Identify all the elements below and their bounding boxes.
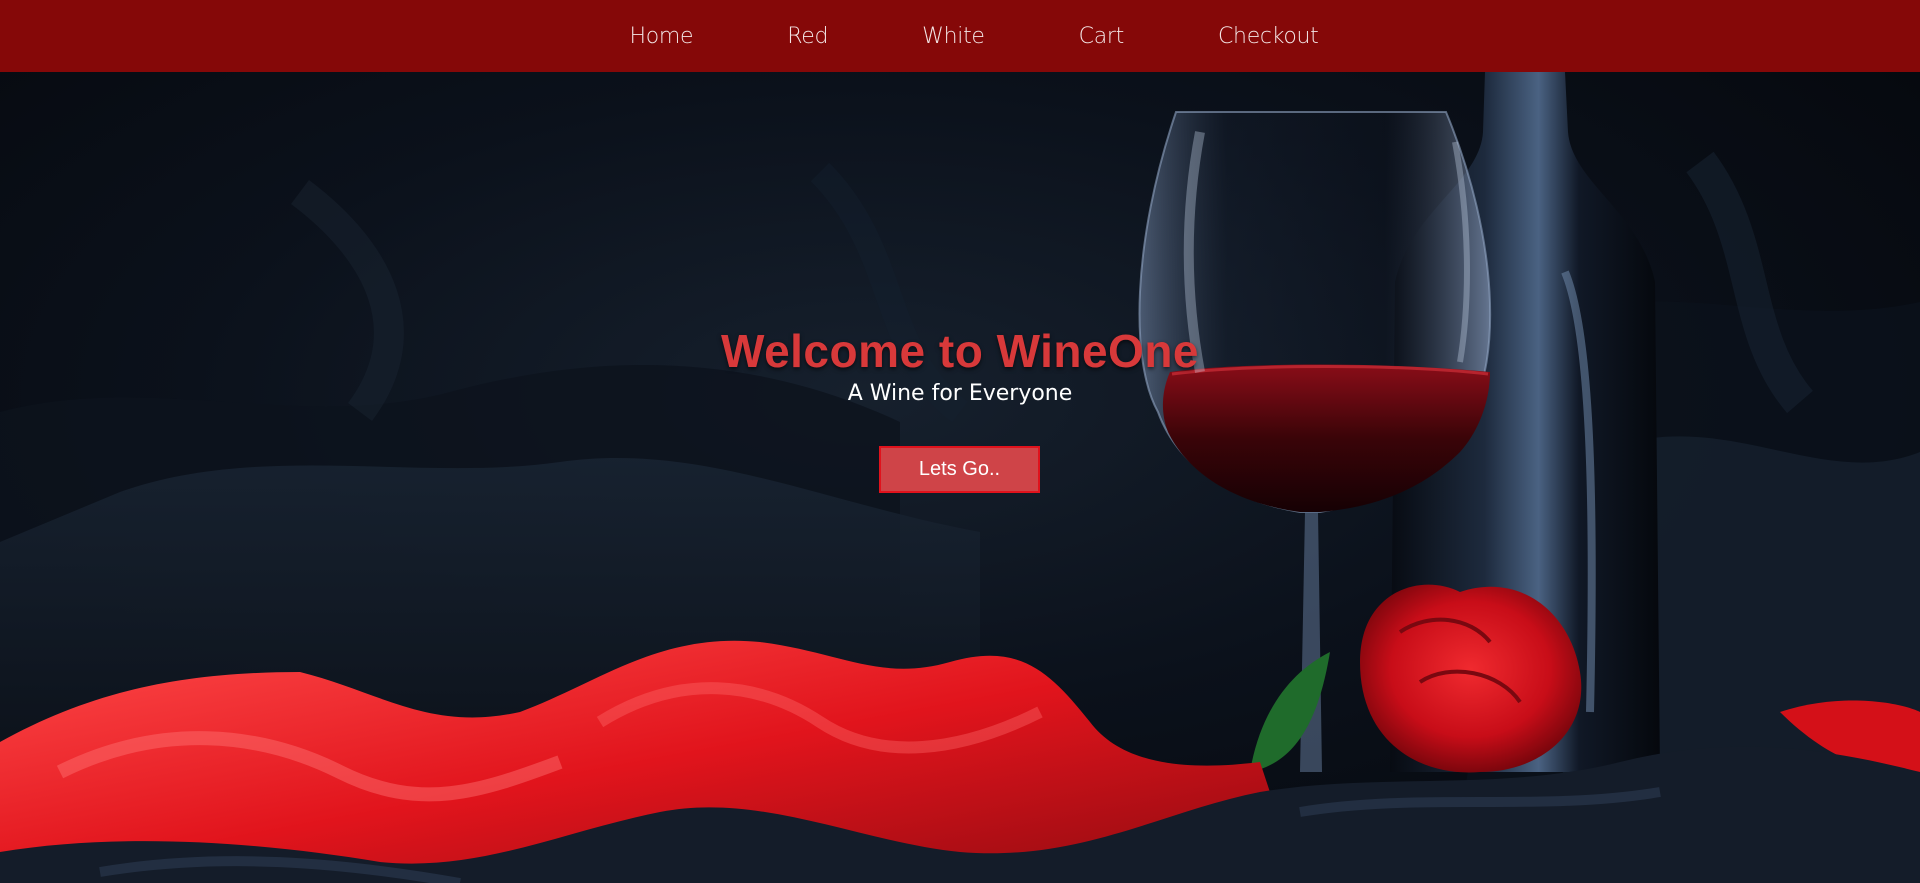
hero-section: Welcome to WineOne A Wine for Everyone L… bbox=[0, 72, 1920, 883]
nav-item-cart[interactable]: Cart bbox=[1032, 24, 1171, 49]
lets-go-button[interactable]: Lets Go.. bbox=[879, 446, 1040, 493]
hero-subtitle: A Wine for Everyone bbox=[847, 381, 1073, 406]
top-navbar: Home Red White Cart Checkout bbox=[0, 0, 1920, 72]
nav-list: Home Red White Cart Checkout bbox=[582, 24, 1365, 49]
nav-item-home[interactable]: Home bbox=[582, 24, 740, 49]
hero-title: Welcome to WineOne bbox=[720, 325, 1200, 377]
nav-item-white[interactable]: White bbox=[875, 24, 1031, 49]
hero-content: Welcome to WineOne A Wine for Everyone L… bbox=[0, 72, 1920, 883]
nav-item-checkout[interactable]: Checkout bbox=[1171, 24, 1366, 49]
nav-item-red[interactable]: Red bbox=[740, 24, 875, 49]
